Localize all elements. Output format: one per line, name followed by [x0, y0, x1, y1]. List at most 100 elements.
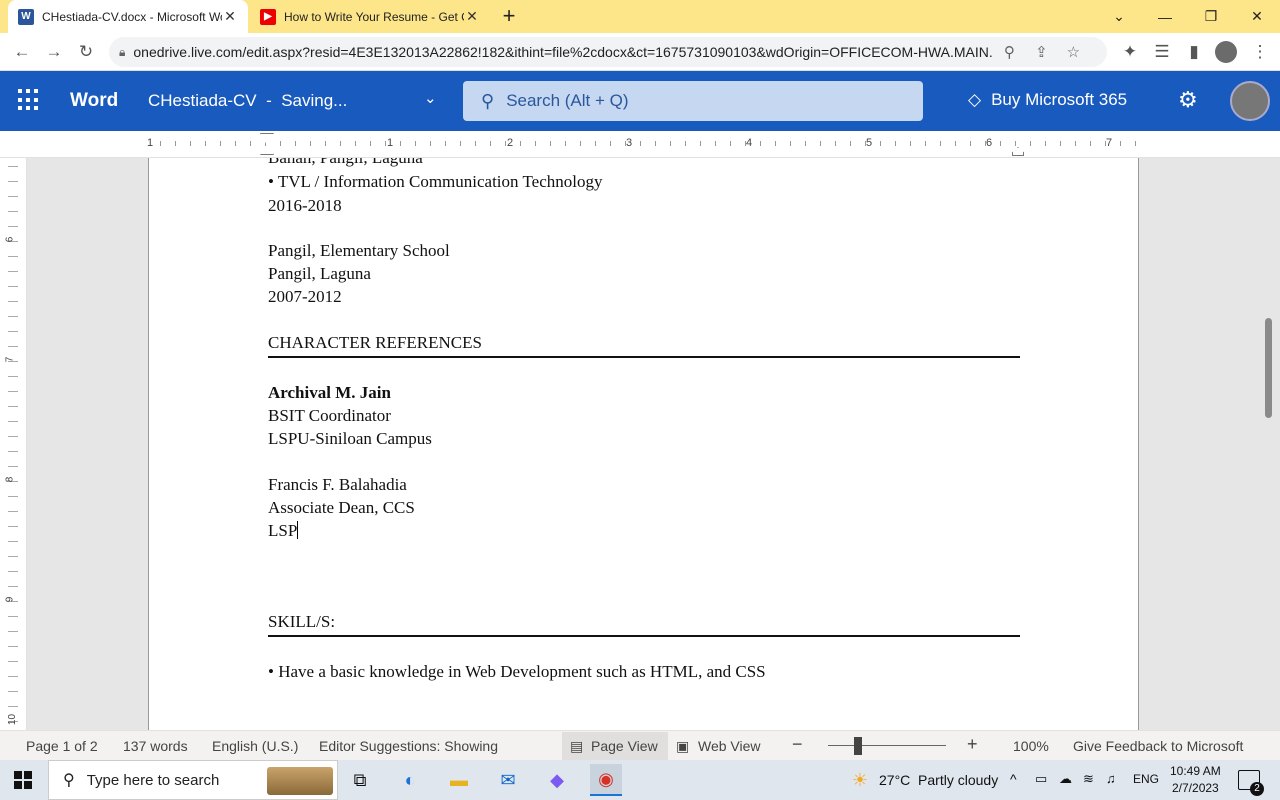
forward-arrow-icon[interactable]: →	[38, 33, 70, 71]
bookmark-star-icon[interactable]: ☆	[1057, 43, 1089, 61]
ruler-tick	[8, 301, 18, 302]
more-menu-icon[interactable]: ⋮	[1244, 33, 1276, 71]
horizontal-ruler[interactable]: 1 1 2 3 4 5 6 7	[0, 131, 1280, 158]
address-bar[interactable]: 🔒︎ onedrive.live.com/edit.aspx?resid=4E3…	[109, 37, 1107, 67]
chrome-browser-icon[interactable]: ◉	[590, 764, 622, 796]
input-language[interactable]: ENG	[1133, 772, 1159, 786]
tab-word-document[interactable]: W CHestiada-CV.docx - Microsoft Word ✕	[8, 0, 248, 33]
reference-name[interactable]: Francis F. Balahadia	[268, 475, 407, 495]
app-launcher-icon[interactable]	[18, 89, 40, 111]
years-line[interactable]: 2007-2012	[268, 287, 342, 307]
skill-item[interactable]: • Have a basic knowledge in Web Developm…	[268, 662, 766, 682]
zoom-icon[interactable]: ⚲	[993, 43, 1025, 61]
document-page[interactable]: Bahan, Pangil, Laguna • TVL / Informatio…	[148, 158, 1139, 730]
web-view-icon[interactable]: ▣	[676, 738, 689, 755]
feedback-link[interactable]: Give Feedback to Microsoft	[1073, 738, 1243, 754]
show-hidden-icons[interactable]: ^	[1010, 771, 1017, 787]
minimize-icon[interactable]: —	[1142, 0, 1188, 33]
extensions-icon[interactable]: ✦	[1114, 33, 1146, 71]
taskbar-search-box[interactable]: ⚲ Type here to search	[48, 760, 338, 800]
app-name[interactable]: Word	[70, 90, 118, 112]
cloud-icon[interactable]: ☁	[1059, 771, 1072, 787]
ruler-tick	[1015, 141, 1016, 146]
ruler-tick	[8, 286, 18, 287]
buy-label: Buy Microsoft 365	[991, 90, 1128, 109]
diamond-icon: ◇	[968, 90, 982, 109]
media-queue-icon[interactable]: ☰	[1146, 33, 1178, 71]
scrollbar-thumb[interactable]	[1265, 318, 1272, 418]
search-box[interactable]: ⚲ Search (Alt + Q)	[463, 81, 923, 121]
reference-title[interactable]: Associate Dean, CCS	[268, 498, 415, 518]
battery-icon[interactable]: ▭	[1035, 771, 1047, 787]
ruler-tick	[8, 436, 18, 437]
years-line[interactable]: 2016-2018	[268, 196, 342, 216]
document-title[interactable]: CHestiada-CV - Saving...	[148, 91, 347, 111]
back-arrow-icon[interactable]: ←	[6, 33, 38, 71]
web-view-button[interactable]: Web View	[698, 738, 761, 754]
ruler-number: 10	[7, 713, 19, 726]
section-heading[interactable]: CHARACTER REFERENCES	[268, 333, 482, 353]
mail-icon[interactable]: ✉	[492, 764, 524, 796]
weather-icon[interactable]: ☀	[844, 764, 876, 796]
address-line[interactable]: Bahan, Pangil, Laguna	[268, 158, 423, 168]
browser-tab-strip: W CHestiada-CV.docx - Microsoft Word ✕ ▶…	[0, 0, 1280, 33]
page-view-button[interactable]: ▤ Page View	[562, 732, 668, 760]
strand-line[interactable]: • TVL / Information Communication Techno…	[268, 172, 602, 192]
ruler-number: 6	[985, 137, 993, 149]
weather-text[interactable]: 27°C Partly cloudy	[879, 772, 998, 788]
settings-gear-icon[interactable]: ⚙	[1178, 87, 1198, 113]
reference-title[interactable]: BSIT Coordinator	[268, 406, 391, 426]
school-line[interactable]: Pangil, Elementary School	[268, 241, 450, 261]
clock-time[interactable]: 10:49 AM	[1170, 764, 1221, 778]
close-tab-icon[interactable]: ✕	[464, 8, 480, 25]
reload-icon[interactable]: ↻	[70, 33, 102, 71]
close-tab-icon[interactable]: ✕	[222, 8, 238, 25]
zoom-slider-track[interactable]	[828, 745, 946, 746]
side-panel-icon[interactable]: ▮	[1178, 33, 1210, 71]
ruler-tick	[880, 141, 881, 146]
task-view-icon[interactable]: ⧉	[344, 764, 376, 796]
edge-browser-icon[interactable]: ◐	[394, 764, 426, 796]
ruler-tick	[340, 141, 341, 146]
url-text[interactable]: onedrive.live.com/edit.aspx?resid=4E3E13…	[133, 44, 993, 60]
reference-org[interactable]: LSP	[268, 521, 299, 541]
account-avatar[interactable]	[1230, 81, 1270, 121]
zoom-slider-thumb[interactable]	[853, 737, 862, 755]
tab-youtube-video[interactable]: ▶ How to Write Your Resume - Get Career …	[250, 0, 490, 33]
editor-suggestions[interactable]: Editor Suggestions: Showing	[319, 738, 498, 754]
tab-search-icon[interactable]: ⌄	[1096, 0, 1142, 33]
ruler-tick	[490, 141, 491, 146]
close-window-icon[interactable]: ✕	[1234, 0, 1280, 33]
clock-date[interactable]: 2/7/2023	[1172, 781, 1219, 795]
ruler-tick	[8, 226, 18, 227]
reference-org[interactable]: LSPU-Siniloan Campus	[268, 429, 432, 449]
file-explorer-icon[interactable]: ▬	[443, 764, 475, 796]
right-indent-marker[interactable]	[1012, 147, 1024, 156]
windows-start-icon[interactable]	[14, 771, 32, 789]
zoom-out-icon[interactable]: −	[792, 734, 803, 755]
profile-avatar[interactable]	[1215, 41, 1237, 63]
volume-icon[interactable]: ♫	[1106, 771, 1116, 786]
restore-icon[interactable]: ❐	[1188, 0, 1234, 33]
word-count[interactable]: 137 words	[123, 738, 188, 754]
wifi-icon[interactable]: ≋	[1083, 771, 1094, 787]
ruler-tick	[430, 141, 431, 146]
language-indicator[interactable]: English (U.S.)	[212, 738, 298, 754]
ruler-tick	[8, 316, 18, 317]
chevron-down-icon[interactable]: ⌄	[424, 89, 437, 107]
buy-microsoft-365-button[interactable]: ◇ Buy Microsoft 365	[968, 90, 1127, 110]
share-icon[interactable]: ⇪	[1025, 43, 1057, 61]
app-launcher-icon[interactable]: ◆	[541, 764, 573, 796]
indent-marker[interactable]	[260, 133, 274, 155]
page-count[interactable]: Page 1 of 2	[26, 738, 98, 754]
ruler-number: 1	[386, 137, 394, 149]
ruler-tick	[250, 141, 251, 146]
ruler-tick	[760, 141, 761, 146]
zoom-level[interactable]: 100%	[1013, 738, 1049, 754]
new-tab-button[interactable]: +	[497, 5, 521, 29]
section-heading[interactable]: SKILL/S:	[268, 612, 335, 632]
reference-name[interactable]: Archival M. Jain	[268, 383, 391, 403]
address-line[interactable]: Pangil, Laguna	[268, 264, 371, 284]
zoom-in-icon[interactable]: +	[967, 734, 978, 755]
ruler-tick	[8, 631, 18, 632]
